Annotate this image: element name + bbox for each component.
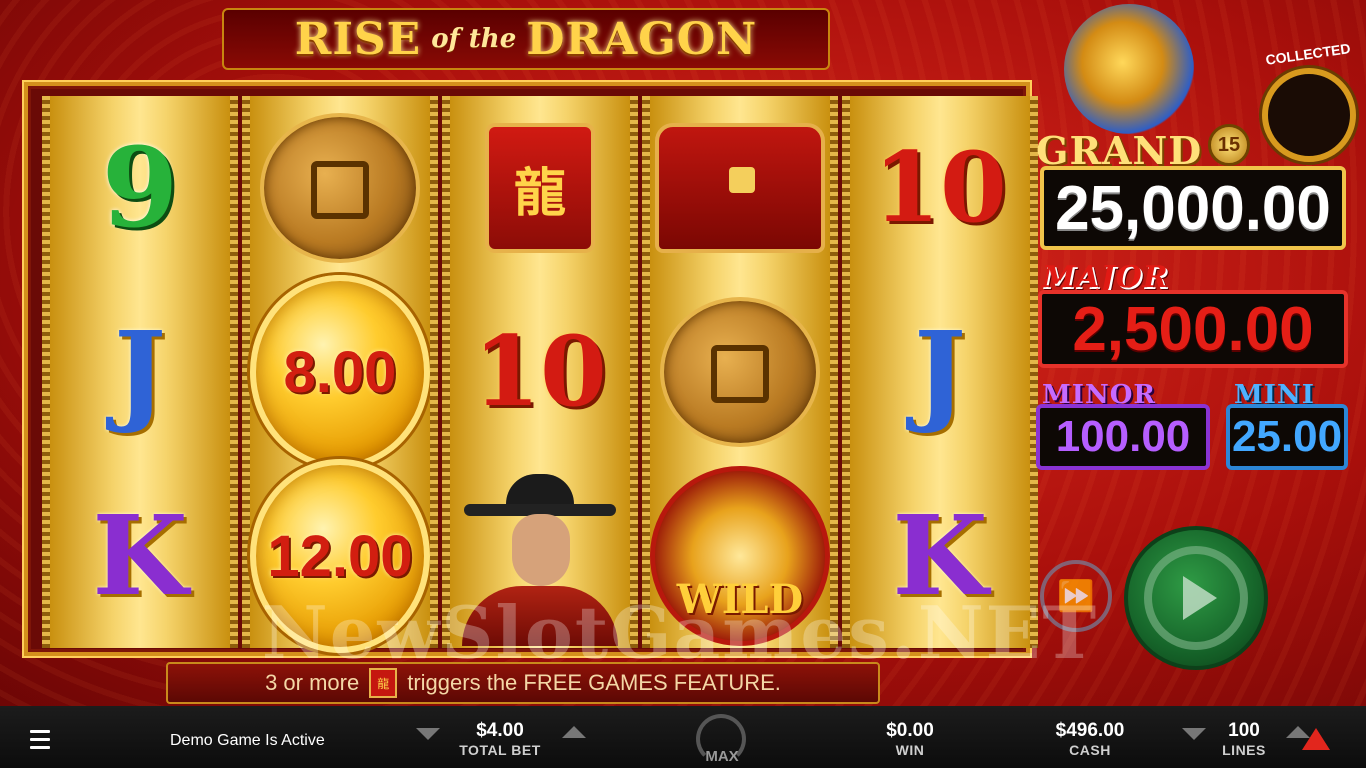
cash-coin-icon: 12.00 [250,459,430,653]
symbol-coins [250,96,430,280]
increase-bet-button[interactable] [562,726,586,738]
dragon-banner-icon: 龍 [485,123,595,253]
total-bet-label: TOTAL BET [459,742,541,758]
logo-word-dragon: DRAGON [526,13,758,65]
cash-value: $496.00 [1055,720,1125,741]
symbol-banner-scatter: 龍 [450,96,630,280]
win-label: WIN [895,742,925,758]
symbol-k: K [850,464,1030,648]
symbol-k-text: K [892,491,988,620]
total-bet-display: $4.00 TOTAL BET [440,720,560,758]
symbol-wild: WILD [650,464,830,648]
symbol-j-text: J [113,307,167,436]
reels-frame: 9 J K 8.00 12.00 龍 10 WILD 10 J K [24,82,1038,656]
major-jackpot-value: 2,500.00 [1038,290,1348,368]
treasure-chest-icon [655,123,825,253]
hamburger-menu-icon[interactable] [30,730,50,749]
wild-text: WILD [676,576,804,623]
symbol-10-text: 10 [473,315,607,428]
reel-5: 10 J K [842,96,1038,648]
spin-button[interactable] [1124,526,1268,670]
play-icon [1183,576,1217,620]
symbol-official [450,464,630,648]
symbol-10: 10 [450,280,630,464]
minor-jackpot-value: 100.00 [1036,404,1210,470]
symbol-k: K [50,464,230,648]
collected-meter [1262,68,1356,162]
cash-coin-icon: 8.00 [250,275,430,469]
symbol-9-text: 9 [101,123,179,252]
symbol-j: J [50,280,230,464]
spin-ring [1144,546,1248,650]
banner-scatter-icon: 龍 [369,668,398,698]
reel-2: 8.00 12.00 [242,96,438,653]
mini-jackpot-value: 25.00 [1226,404,1348,470]
feature-info-bar: 3 or more 龍 triggers the FREE GAMES FEAT… [166,662,880,704]
logo-word-rise: RISE [294,13,422,65]
decrease-lines-button[interactable] [1182,728,1206,740]
game-stage: RISE of the DRAGON 9 J K 8.00 12.00 龍 10… [0,0,1366,706]
symbol-chest [650,96,830,280]
cash-coin-value: 12.00 [267,523,413,589]
logo-word-of-the: of the [431,24,517,54]
fast-forward-icon: ⏩ [1057,579,1095,613]
win-display: $0.00 WIN [860,720,960,758]
dragon-wild-icon: WILD [650,466,830,646]
cash-label: CASH [1069,742,1111,758]
win-value: $0.00 [886,720,934,741]
lines-label: LINES [1222,742,1266,758]
symbol-k-text: K [92,491,188,620]
lines-display: 100 LINES [1204,720,1284,758]
symbol-10: 10 [850,96,1030,280]
grand-jackpot-value: 25,000.00 [1040,166,1346,250]
symbol-10-text: 10 [873,131,1007,244]
total-bet-value: $4.00 [476,720,524,741]
official-icon [456,466,624,646]
symbol-j: J [850,280,1030,464]
brand-logo-icon [1302,728,1330,750]
coins-icon [260,113,420,263]
symbol-9: 9 [50,96,230,280]
autoplay-button[interactable]: ⏩ [1040,560,1112,632]
symbol-cash-coin: 12.00 [250,459,430,653]
grand-count-badge: 15 [1208,124,1250,166]
lines-value: 100 [1228,720,1260,741]
reel-3: 龍 10 [442,96,638,648]
game-logo: RISE of the DRAGON [222,8,830,70]
bottom-bar: Demo Game Is Active $4.00 TOTAL BET MAX … [0,706,1366,768]
symbol-coins [650,280,830,464]
max-bet-label[interactable]: MAX [698,748,746,765]
symbol-j-text: J [913,307,967,436]
cash-display: $496.00 CASH [1030,720,1150,758]
reel-1: 9 J K [42,96,238,648]
cash-coin-value: 8.00 [283,339,397,405]
collected-label: COLLECTED [1264,40,1352,68]
info-suffix: triggers the FREE GAMES FEATURE. [407,670,781,695]
dragon-head-icon [1064,4,1194,134]
demo-status-text: Demo Game Is Active [170,732,325,749]
reel-4: WILD [642,96,838,648]
info-prefix: 3 or more [265,670,360,695]
symbol-cash-coin: 8.00 [250,275,430,469]
coins-icon [660,297,820,447]
decrease-bet-button[interactable] [416,728,440,740]
